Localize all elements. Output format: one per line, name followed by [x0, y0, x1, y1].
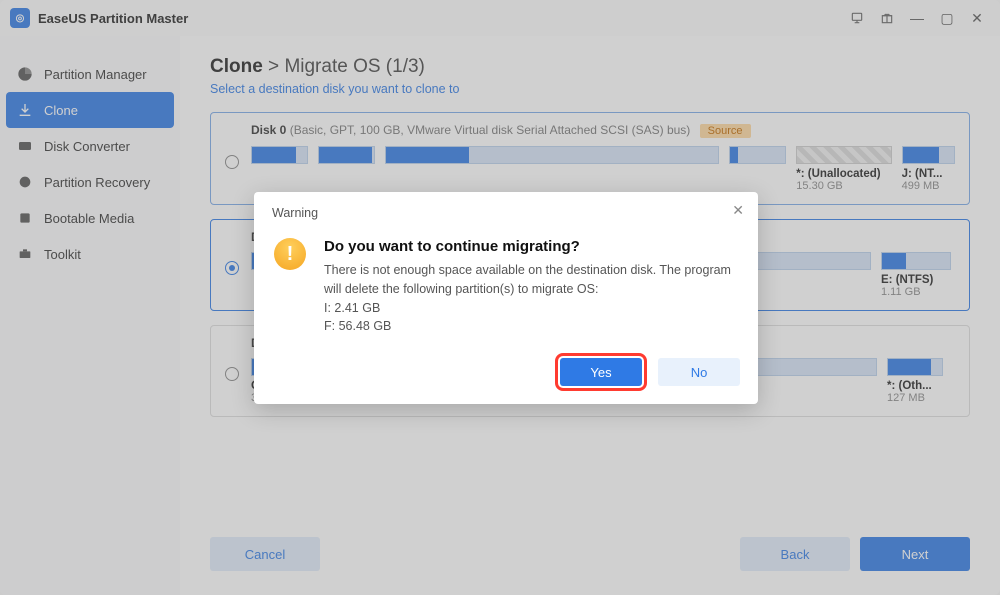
dialog-message: There is not enough space available on t… — [324, 261, 740, 336]
no-button[interactable]: No — [658, 358, 740, 386]
close-icon[interactable]: ✕ — [732, 202, 744, 219]
yes-button[interactable]: Yes — [560, 358, 642, 386]
warning-dialog: Warning ✕ ! Do you want to continue migr… — [254, 192, 758, 404]
warning-icon: ! — [274, 238, 306, 270]
dialog-title: Warning — [272, 206, 740, 220]
dialog-heading: Do you want to continue migrating? — [324, 238, 740, 255]
